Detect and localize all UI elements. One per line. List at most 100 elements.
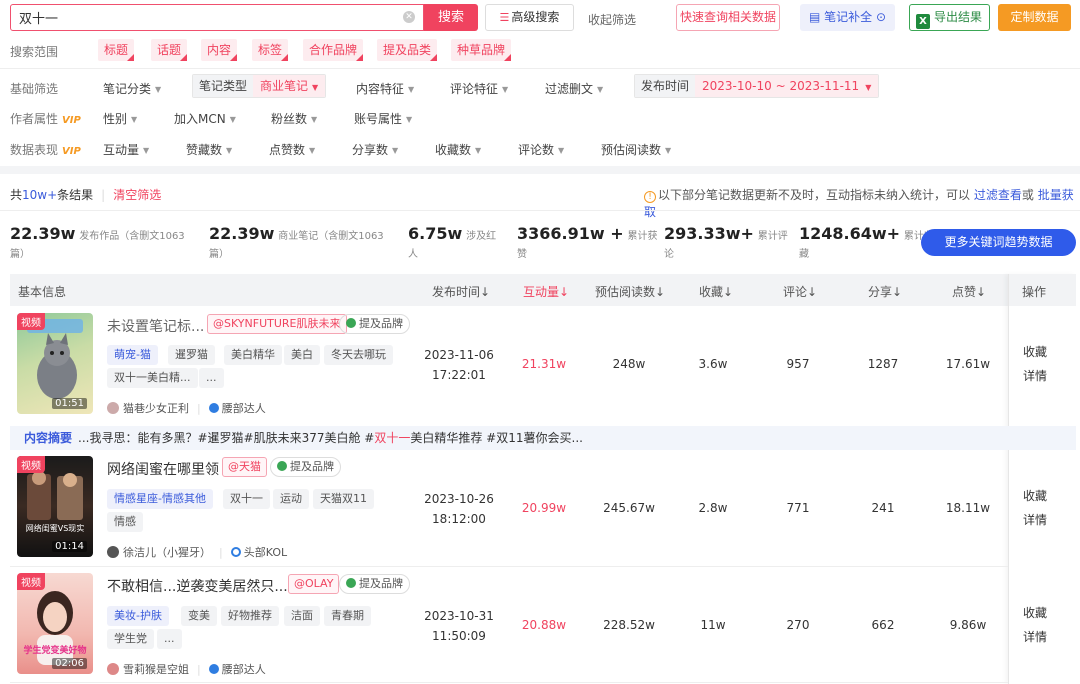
note-complete-button[interactable]: ▤ 笔记补全 ⊙ [800, 4, 895, 31]
search-input[interactable] [11, 5, 391, 30]
tag-chip[interactable]: 冬天去哪玩 [324, 345, 393, 365]
likes-favs-dropdown[interactable]: 赞藏数 ▼ [186, 141, 232, 158]
note-type-value: 商业笔记 ▼ [253, 75, 326, 97]
account-attr-dropdown[interactable]: 账号属性 ▼ [354, 110, 412, 127]
author-level: 腰部达人 [221, 663, 266, 676]
stat-value: 6.75w [408, 224, 463, 243]
gender-dropdown[interactable]: 性别 ▼ [103, 110, 137, 127]
th-interaction[interactable]: 互动量↓ [523, 283, 569, 300]
note-thumbnail[interactable]: 视频 网络闺蜜VS现实 01:14 [17, 456, 93, 557]
note-thumbnail[interactable]: 视频 学生党变美好物 02:06 [17, 573, 93, 674]
video-badge: 视频 [17, 573, 45, 590]
comments-dropdown[interactable]: 评论数 ▼ [518, 141, 564, 158]
tag-chip[interactable]: 萌宠-猫 [107, 345, 158, 365]
tag-chip[interactable]: 双十一美白精... [107, 368, 198, 388]
caret-down-icon: ▼ [229, 115, 236, 124]
tag-chip[interactable]: 好物推荐 [221, 606, 279, 626]
tag-chip[interactable]: 学生党 [107, 629, 154, 649]
dianzan-dropdown[interactable]: 点赞数 ▼ [269, 141, 315, 158]
author-name[interactable]: 雪莉猴是空姐 [123, 661, 189, 677]
collapse-filter-link[interactable]: 收起筛选 [588, 11, 636, 28]
th-likes[interactable]: 点赞↓ [952, 283, 986, 300]
content-feature-dropdown[interactable]: 内容特征 ▼ [356, 80, 414, 97]
mention-brand-chip[interactable]: 提及品牌 [339, 574, 410, 594]
clear-filter-link[interactable]: 清空筛选 [113, 188, 161, 202]
note-thumbnail[interactable]: 视频 01:51 [17, 313, 93, 414]
th-publish-time[interactable]: 发布时间↓ [432, 283, 490, 300]
ops-column [1008, 274, 1076, 684]
level-icon [208, 664, 219, 674]
scope-tag-label[interactable]: 标签 [252, 39, 289, 61]
export-button[interactable]: X 导出结果 [909, 4, 990, 31]
mcn-dropdown[interactable]: 加入MCN ▼ [174, 110, 236, 127]
comment-feature-dropdown[interactable]: 评论特征 ▼ [450, 80, 508, 97]
brand-tag[interactable]: @SKYNFUTURE肌肤未来 [207, 314, 347, 334]
note-title[interactable]: 未设置笔记标... [107, 316, 204, 336]
th-comments[interactable]: 评论↓ [783, 283, 817, 300]
tag-more[interactable]: ... [157, 629, 182, 649]
favorite-action[interactable]: 收藏 [1023, 487, 1047, 504]
note-category-dropdown[interactable]: 笔记分类 ▼ [103, 80, 161, 97]
scope-tag-content[interactable]: 内容 [201, 39, 238, 61]
scope-tag-category[interactable]: 提及品类 [377, 39, 438, 61]
tag-chip[interactable]: 美白精华 [224, 345, 282, 365]
detail-action[interactable]: 详情 [1023, 367, 1047, 384]
filter-deleted-label: 过滤删文 [545, 82, 594, 96]
note-type-filter[interactable]: 笔记类型 商业笔记 ▼ [192, 74, 327, 98]
clear-icon[interactable]: ✕ [403, 11, 415, 23]
note-title[interactable]: 网络闺蜜在哪里领 [107, 459, 219, 479]
thumbnail-caption: 学生党变美好物 [23, 646, 87, 656]
filter-view-link[interactable]: 过滤查看 [974, 188, 1022, 202]
advanced-search-button[interactable]: ☰ 高级搜索 [485, 4, 574, 31]
tag-chip[interactable]: 美白 [284, 345, 320, 365]
search-button[interactable]: 搜索 [424, 4, 478, 31]
fans-dropdown[interactable]: 粉丝数 ▼ [271, 110, 317, 127]
tag-chip[interactable]: 天猫双11 [313, 489, 374, 509]
tag-chip[interactable]: 暹罗猫 [168, 345, 215, 365]
scope-tag-coop-brand[interactable]: 合作品牌 [303, 39, 364, 61]
author-name[interactable]: 徐洁儿（小猩牙） [123, 544, 211, 560]
detail-action[interactable]: 详情 [1023, 511, 1047, 528]
th-shares[interactable]: 分享↓ [868, 283, 902, 300]
tag-chip[interactable]: 青春期 [324, 606, 371, 626]
custom-data-button[interactable]: 定制数据 [998, 4, 1071, 31]
scope-tag-topic[interactable]: 话题 [151, 39, 188, 61]
tag-chip[interactable]: 洁面 [284, 606, 320, 626]
mention-brand-chip[interactable]: 提及品牌 [339, 314, 410, 334]
tag-chip[interactable]: 双十一 [223, 489, 270, 509]
brand-tag[interactable]: @OLAY [288, 574, 340, 594]
tag-chip[interactable]: 美妆-护肤 [107, 606, 169, 626]
tag-chip[interactable]: 情感 [107, 512, 143, 532]
thumbnail-caption: 网络闺蜜VS现实 [25, 524, 85, 533]
warning-text: 以下部分笔记数据更新不及时，互动指标未纳入统计，可以 [658, 188, 971, 202]
author-name[interactable]: 猫巷少女正利 [123, 400, 189, 416]
tag-chip[interactable]: 变美 [181, 606, 217, 626]
scope-tag-title[interactable]: 标题 [98, 39, 135, 61]
th-favorites[interactable]: 收藏↓ [699, 283, 733, 300]
tag-more[interactable]: ... [199, 368, 224, 388]
detail-action[interactable]: 详情 [1023, 628, 1047, 645]
tag-chip[interactable]: 情感星座-情感其他 [107, 489, 213, 509]
mention-label: 提及品牌 [290, 460, 334, 473]
note-category-label: 笔记分类 [103, 82, 152, 96]
brand-tag[interactable]: @天猫 [222, 457, 267, 477]
filter-deleted-dropdown[interactable]: 过滤删文 ▼ [545, 80, 603, 97]
interaction-dropdown[interactable]: 互动量 ▼ [103, 141, 149, 158]
shares-dropdown[interactable]: 分享数 ▼ [352, 141, 398, 158]
quick-query-button[interactable]: 快速查询相关数据 [676, 4, 780, 31]
note-title[interactable]: 不敢相信...逆袭变美居然只... [107, 576, 288, 596]
favorites-value: 2.8w [698, 501, 728, 515]
favorites-dropdown[interactable]: 收藏数 ▼ [435, 141, 481, 158]
favorite-action[interactable]: 收藏 [1023, 343, 1047, 360]
likes-value: 9.86w [949, 618, 987, 632]
stat-value: 22.39w [209, 224, 275, 243]
mention-brand-chip[interactable]: 提及品牌 [270, 457, 341, 477]
th-est-reads[interactable]: 预估阅读数↓ [595, 283, 665, 300]
publish-time-filter[interactable]: 发布时间 2023-10-10 ~ 2023-11-11 ▼ [634, 74, 880, 98]
favorite-action[interactable]: 收藏 [1023, 604, 1047, 621]
search-box[interactable]: ✕ [10, 4, 424, 31]
more-keyword-trend-button[interactable]: 更多关键词趋势数据 [921, 229, 1076, 256]
scope-tag-seed-brand[interactable]: 种草品牌 [451, 39, 512, 61]
tag-chip[interactable]: 运动 [273, 489, 309, 509]
est-reads-dropdown[interactable]: 预估阅读数 ▼ [601, 141, 671, 158]
